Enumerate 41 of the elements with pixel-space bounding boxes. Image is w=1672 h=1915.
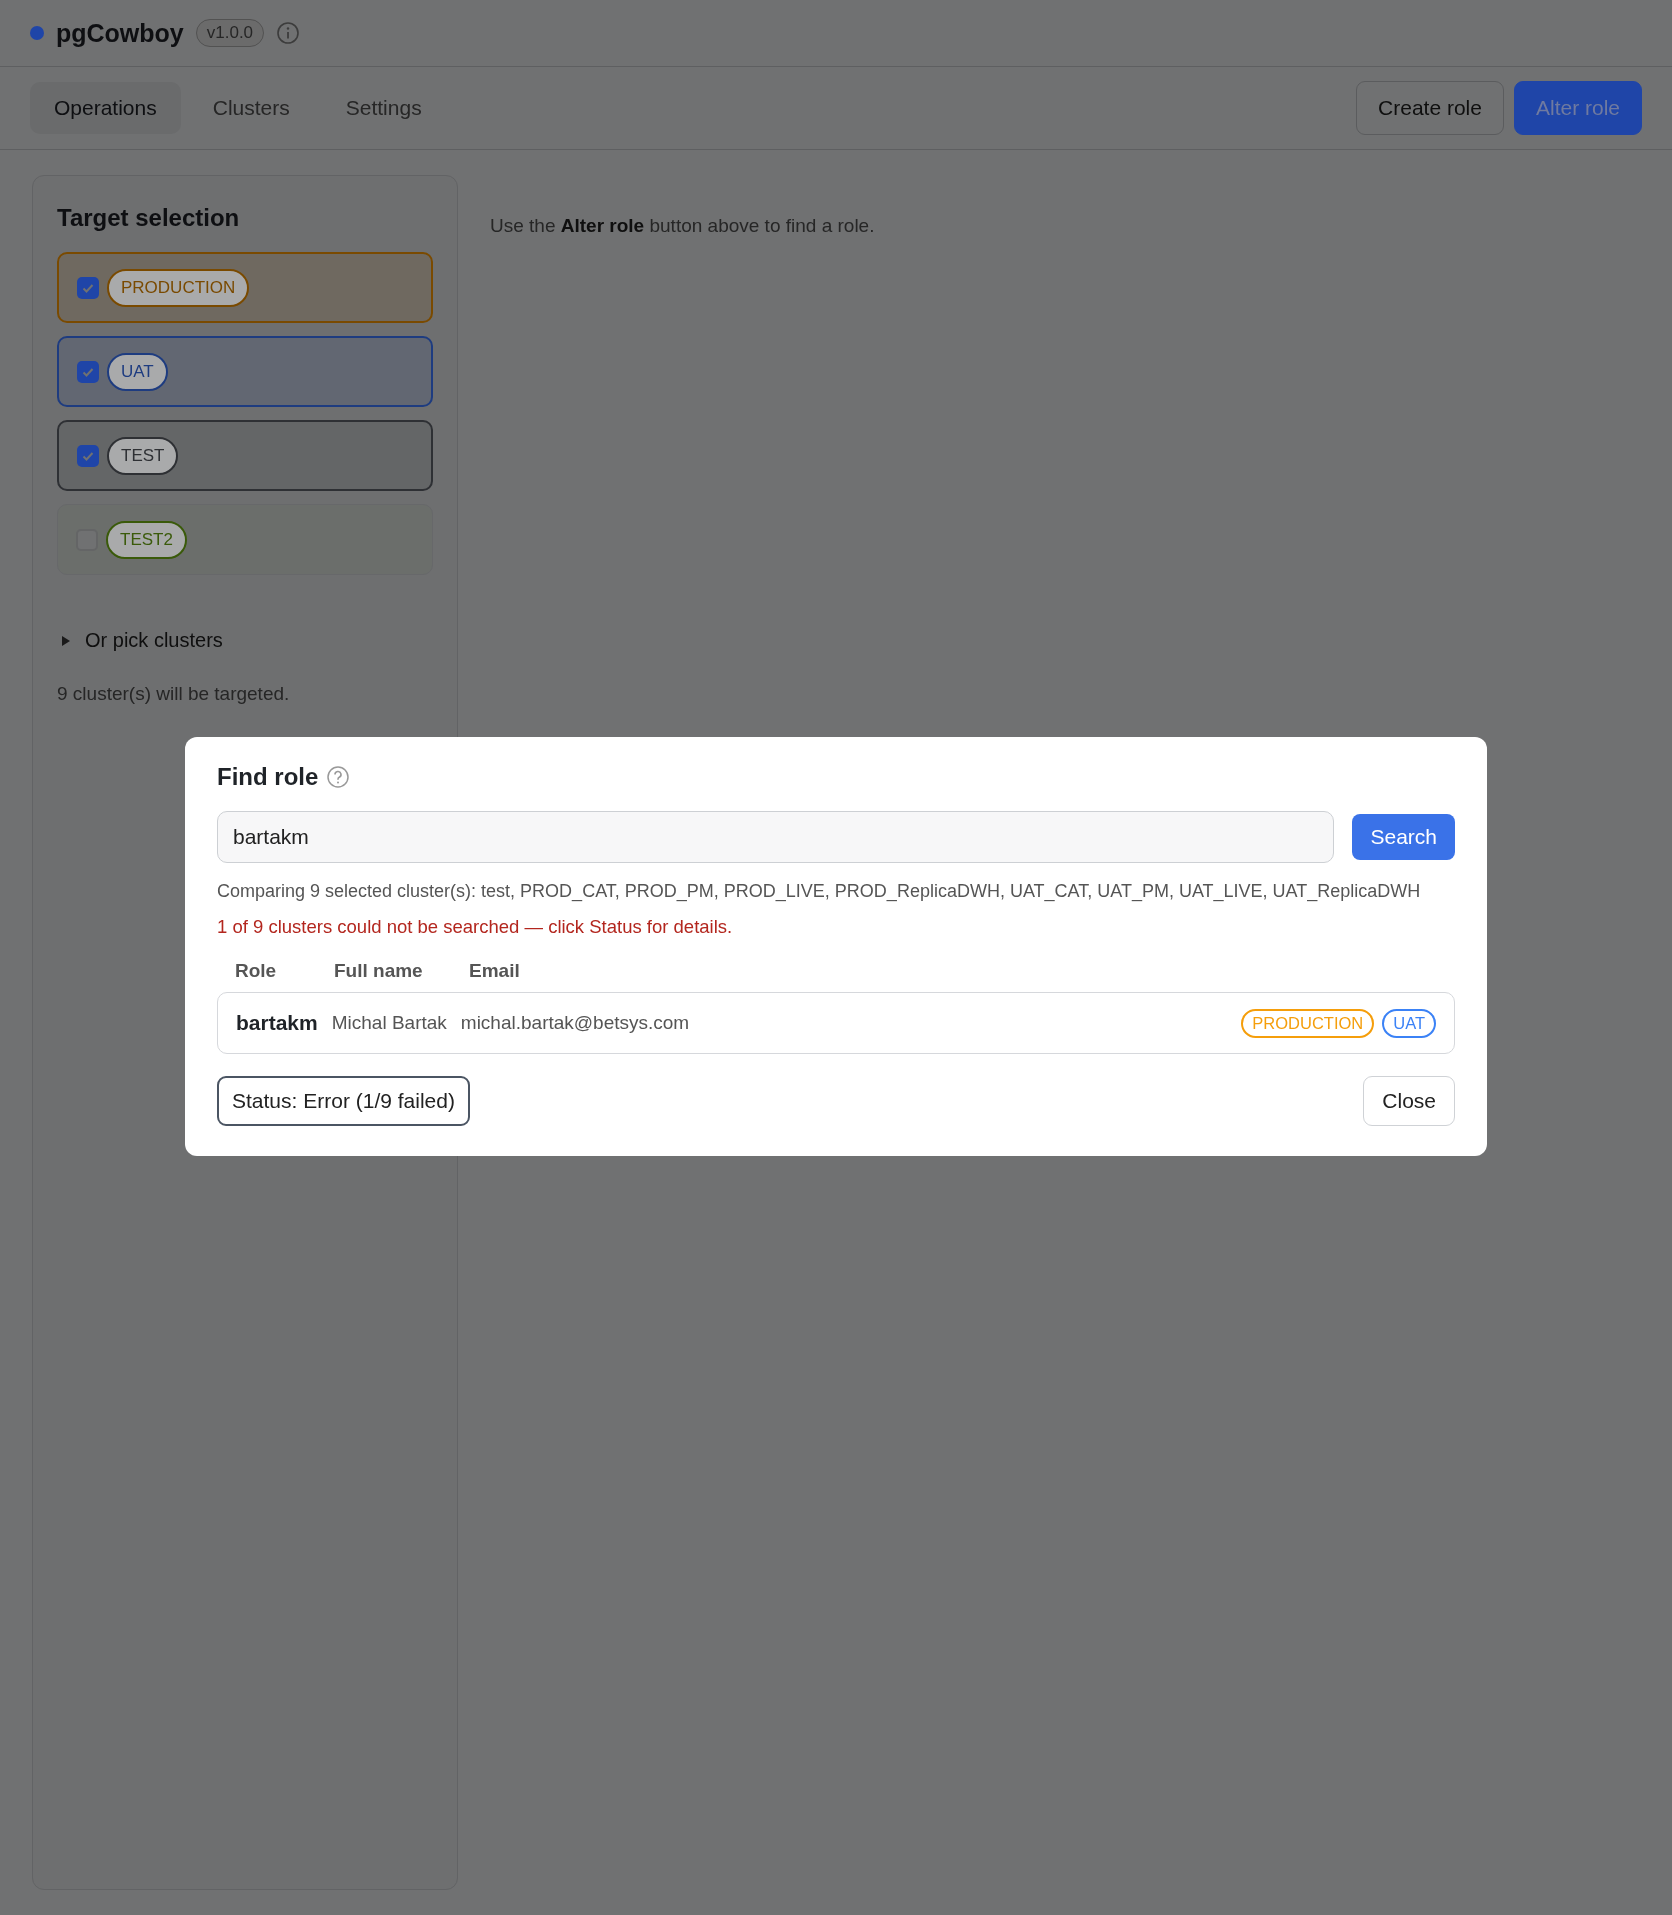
info-icon[interactable]	[276, 21, 301, 45]
search-field[interactable]: bartakm	[217, 811, 1335, 863]
app-title: pgCowboy	[56, 18, 184, 48]
environment-option[interactable]: PRODUCTION	[57, 252, 433, 323]
version-badge: v1.0.0	[195, 19, 265, 47]
nav-tab[interactable]: Operations	[30, 82, 181, 134]
action-button[interactable]: Create role	[1356, 81, 1504, 135]
target-summary: 9 cluster(s) will be targeted.	[57, 683, 291, 705]
clusters-note: Comparing 9 selected cluster(s): test, PROD_CAT, PROD_PM, PROD_LIVE, PROD_ReplicaDWH, UAT_CAT, UAT_PM, UAT_LIVE, UAT_ReplicaDWH	[217, 881, 1422, 902]
environment-tag: PRODUCTION	[107, 268, 250, 307]
environment-option[interactable]: UAT	[57, 336, 433, 407]
checkbox[interactable]	[77, 276, 99, 299]
nav-tab[interactable]: Clusters	[188, 82, 314, 134]
hint-text: Use the Alter role button above to find a role.	[490, 215, 875, 237]
column-header: Email	[469, 960, 520, 982]
dialog-title: Find role	[217, 763, 319, 791]
result-row[interactable]: bartakm Michal Bartak michal.bartak@betsys.com PRODUCTION UAT	[217, 992, 1455, 1054]
help-icon[interactable]	[326, 765, 351, 789]
column-header: Full name	[334, 960, 424, 982]
environment-tag: UAT	[107, 352, 168, 391]
email: michal.bartak@betsys.com	[460, 1012, 690, 1034]
environment-tag: PRODUCTION	[1241, 1008, 1375, 1038]
environment-tag: UAT	[1382, 1008, 1436, 1038]
column-header: Role	[235, 960, 278, 982]
full-name: Michal Bartak	[331, 1012, 447, 1034]
disclosure-toggle[interactable]: Or pick clusters	[57, 628, 433, 653]
search-button[interactable]: Search	[1352, 814, 1455, 860]
environment-tag: TEST	[107, 436, 179, 475]
environment-option[interactable]: TEST2	[57, 504, 433, 575]
action-button[interactable]: Alter role	[1513, 81, 1642, 135]
close-button[interactable]: Close	[1363, 1076, 1455, 1126]
environment-tag: TEST2	[106, 520, 187, 559]
status-button[interactable]: Status: Error (1/9 failed)	[217, 1076, 470, 1126]
role-name: bartakm	[236, 1011, 318, 1035]
error-message: 1 of 9 clusters could not be searched — click Status for details.	[217, 916, 734, 938]
environment-option[interactable]: TEST	[57, 420, 433, 491]
checkbox[interactable]	[77, 360, 99, 383]
nav-tab[interactable]: Settings	[321, 82, 446, 134]
checkbox[interactable]	[77, 444, 99, 467]
status-dot	[30, 26, 44, 40]
panel-title: Target selection	[57, 204, 241, 232]
